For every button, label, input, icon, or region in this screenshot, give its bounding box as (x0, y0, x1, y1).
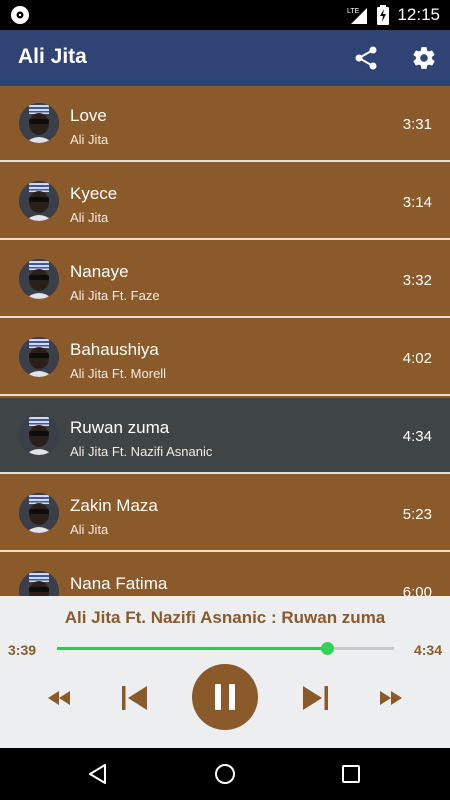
previous-button[interactable] (118, 682, 150, 714)
skip-previous-icon (122, 686, 147, 710)
back-button[interactable] (84, 760, 112, 788)
pause-button[interactable] (192, 664, 258, 730)
notification-disc-icon (10, 5, 30, 25)
song-list-item-7[interactable]: Nana Fatima 6:00 (0, 554, 450, 596)
song-list-item-1[interactable]: Love Ali Jita 3:31 (0, 86, 450, 162)
app-title: Ali Jita (18, 45, 87, 68)
system-nav-bar (0, 748, 450, 800)
song-duration: 4:02 (402, 350, 432, 367)
battery-charging-icon (377, 5, 390, 25)
artist-avatar (19, 415, 59, 455)
next-button[interactable] (300, 682, 332, 714)
song-artist: Ali Jita Ft. Faze (70, 288, 160, 303)
artist-avatar (19, 181, 59, 221)
song-artist: Ali Jita (70, 210, 109, 225)
song-duration: 4:34 (402, 428, 432, 445)
seek-thumb[interactable] (320, 642, 334, 655)
song-title: Nana Fatima (70, 574, 168, 593)
share-icon (355, 46, 377, 70)
song-title: Zakin Maza (70, 496, 158, 515)
song-artist: Ali Jita (70, 522, 109, 537)
status-time: 12:15 (397, 5, 440, 24)
seek-bar[interactable] (57, 642, 394, 655)
status-bar: LTE 12:15 (0, 0, 450, 30)
home-circle-icon (215, 764, 235, 784)
skip-next-icon (303, 686, 328, 710)
pause-icon (215, 684, 235, 710)
artist-avatar (19, 571, 59, 596)
song-title: Kyece (70, 184, 118, 203)
song-artist: Ali Jita Ft. Morell (70, 366, 167, 381)
recents-button[interactable] (337, 760, 365, 788)
song-list[interactable]: Love Ali Jita 3:31 Kyece Ali Jita 3:14 N… (0, 86, 450, 596)
song-list-item-6[interactable]: Zakin Maza Ali Jita 5:23 (0, 476, 450, 552)
signal-icon: LTE (347, 5, 369, 25)
gear-icon (413, 47, 435, 69)
song-duration: 3:32 (402, 272, 432, 289)
home-button[interactable] (211, 760, 239, 788)
rewind-icon (48, 691, 70, 705)
song-list-item-3[interactable]: Nanaye Ali Jita Ft. Faze 3:32 (0, 242, 450, 318)
seek-progress (57, 647, 327, 650)
song-duration: 6:00 (402, 584, 432, 596)
recents-square-icon (342, 765, 360, 783)
song-artist: Ali Jita (70, 132, 109, 147)
song-artist: Ali Jita Ft. Nazifi Asnanic (70, 444, 213, 459)
share-button[interactable] (350, 42, 382, 74)
song-duration: 5:23 (402, 506, 432, 523)
song-title: Love (70, 106, 107, 125)
song-title: Ruwan zuma (70, 418, 170, 437)
network-label: LTE (347, 8, 360, 15)
artist-avatar (19, 493, 59, 533)
artist-avatar (19, 103, 59, 143)
song-list-item-5[interactable]: Ruwan zuma Ali Jita Ft. Nazifi Asnanic 4… (0, 398, 450, 474)
rewind-button[interactable] (44, 686, 74, 710)
total-time: 4:34 (413, 642, 442, 658)
elapsed-time: 3:39 (8, 642, 37, 658)
artist-avatar (19, 259, 59, 299)
fast-forward-button[interactable] (376, 686, 406, 710)
song-duration: 3:31 (402, 116, 432, 133)
fast-forward-icon (380, 691, 402, 705)
song-list-item-4[interactable]: Bahaushiya Ali Jita Ft. Morell 4:02 (0, 320, 450, 396)
player-panel: Ali Jita Ft. Nazifi Asnanic : Ruwan zuma… (0, 596, 450, 748)
settings-button[interactable] (408, 42, 440, 74)
artist-avatar (19, 337, 59, 377)
back-triangle-icon (89, 764, 106, 784)
song-title: Bahaushiya (70, 340, 159, 359)
now-playing-title: Ali Jita Ft. Nazifi Asnanic : Ruwan zuma (64, 608, 386, 627)
song-title: Nanaye (70, 262, 129, 281)
song-duration: 3:14 (402, 194, 432, 211)
app-bar: Ali Jita (0, 30, 450, 86)
song-list-item-2[interactable]: Kyece Ali Jita 3:14 (0, 164, 450, 240)
